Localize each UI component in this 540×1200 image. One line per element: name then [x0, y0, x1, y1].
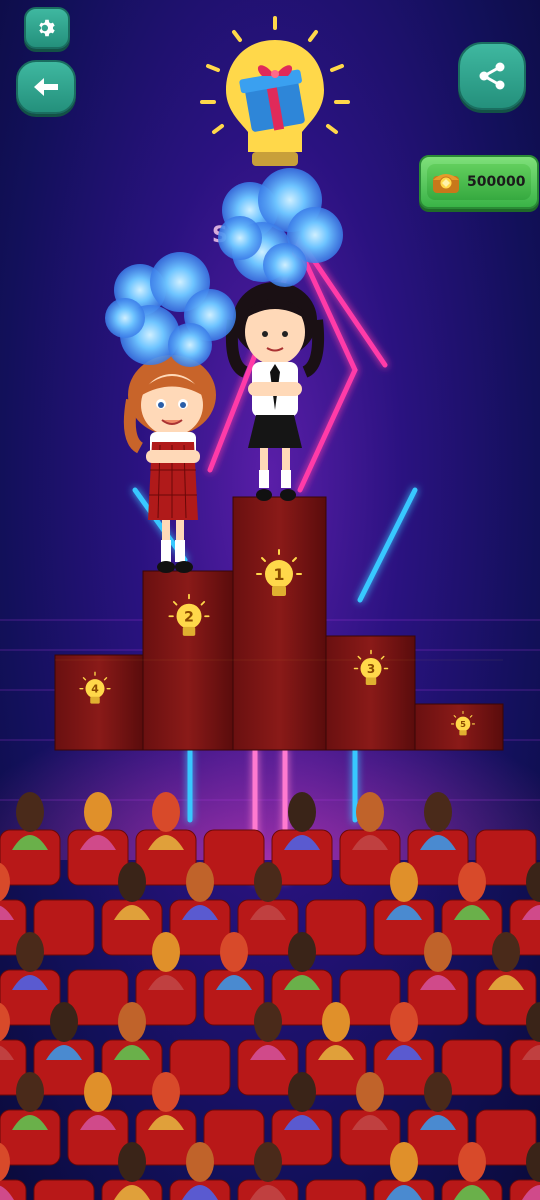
audience-head — [458, 862, 486, 902]
audience-head — [390, 862, 418, 902]
audience-head — [152, 1072, 180, 1112]
audience-head — [288, 792, 316, 832]
audience-head — [322, 1002, 350, 1042]
audience-head — [254, 1142, 282, 1182]
audience-head — [288, 932, 316, 972]
audience-head — [16, 792, 44, 832]
gear-icon — [39, 19, 55, 37]
audience-head — [254, 862, 282, 902]
audience-head — [424, 932, 452, 972]
coin-chest-icon — [433, 174, 459, 193]
audience-head — [118, 862, 146, 902]
seat — [305, 1179, 367, 1200]
lightbulb-icon: 4 — [79, 671, 111, 704]
coin-counter[interactable]: 500000 — [419, 155, 539, 209]
audience-head — [424, 792, 452, 832]
smoke-cloud-left — [105, 252, 236, 367]
svg-text:3: 3 — [367, 662, 375, 676]
audience-head — [16, 932, 44, 972]
hint-button[interactable] — [196, 14, 354, 174]
audience-head — [152, 932, 180, 972]
audience-head — [288, 1072, 316, 1112]
audience-head — [390, 1142, 418, 1182]
svg-text:1: 1 — [273, 565, 284, 584]
audience-head — [458, 1142, 486, 1182]
arrow-left-icon — [34, 78, 58, 96]
place-1-bulb: 1 — [256, 548, 302, 604]
smoke-cloud-right — [218, 168, 343, 287]
place-3-bulb: 3 — [353, 649, 389, 691]
audience-head — [186, 1142, 214, 1182]
lightbulb-icon: 3 — [353, 649, 389, 685]
settings-button[interactable] — [24, 7, 70, 49]
back-button[interactable] — [16, 60, 76, 114]
share-button[interactable] — [458, 42, 526, 110]
svg-text:5: 5 — [460, 719, 466, 729]
place-5-bulb: 5 — [451, 710, 475, 740]
share-icon — [479, 62, 505, 90]
audience-head — [118, 1142, 146, 1182]
audience-head — [220, 932, 248, 972]
audience-head — [118, 1002, 146, 1042]
character-girl-right — [225, 282, 325, 501]
audience-head — [424, 1072, 452, 1112]
audience-head — [84, 792, 112, 832]
audience-head — [16, 1072, 44, 1112]
audience-head — [152, 792, 180, 832]
place-2-bulb: 2 — [168, 593, 210, 643]
coin-amount: 500000 — [467, 174, 526, 190]
lightbulb-icon: 5 — [451, 710, 475, 736]
audience-head — [356, 792, 384, 832]
audience-head — [50, 1002, 78, 1042]
seat — [33, 1179, 95, 1200]
lightbulb-gift-icon — [200, 16, 350, 166]
svg-text:4: 4 — [91, 683, 99, 696]
audience-head — [492, 932, 520, 972]
audience-head — [356, 1072, 384, 1112]
audience-head — [390, 1002, 418, 1042]
audience-head — [84, 1072, 112, 1112]
lightbulb-icon: 1 — [256, 549, 302, 596]
lightbulb-icon: 2 — [168, 593, 210, 636]
audience-head — [254, 1002, 282, 1042]
audience-head — [186, 862, 214, 902]
place-4-bulb: 4 — [79, 671, 111, 709]
svg-text:2: 2 — [184, 610, 194, 626]
